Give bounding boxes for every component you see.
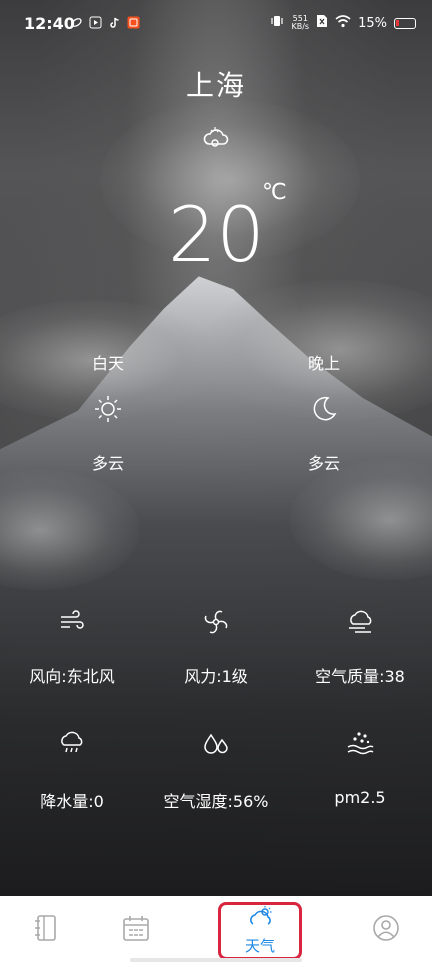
- cloudy-icon: [196, 124, 236, 156]
- night-condition: 多云: [307, 454, 340, 473]
- pm25: pm2.5: [334, 788, 386, 807]
- humidity-icon: [200, 730, 232, 762]
- vibrate-icon: [270, 14, 284, 32]
- status-app-icons: [70, 16, 140, 29]
- day-condition: 多云: [91, 454, 124, 473]
- battery-icon: [394, 17, 416, 29]
- rain-icon: [56, 730, 88, 762]
- play-app-icon: [89, 16, 102, 29]
- profile-icon: [372, 914, 400, 946]
- home-indicator: [130, 958, 302, 962]
- humidity: 空气湿度:56%: [163, 792, 269, 811]
- notification-app-icon: [127, 16, 140, 29]
- night-label: 晚上: [307, 354, 340, 373]
- notebook-icon: [33, 914, 59, 946]
- weather-screen: 12:40 551 KB/s 15% 上海 20 ℃ 白天 多云 晚上 多云 风…: [0, 0, 432, 964]
- wind-force: 风力:1级: [184, 667, 248, 686]
- wind-direction: 风向:东北风: [29, 667, 115, 686]
- wind-icon: [56, 608, 88, 640]
- net-speed: 551 KB/s: [291, 15, 309, 31]
- sim-icon: [316, 14, 328, 32]
- day-label: 白天: [91, 354, 124, 373]
- battery-text: 15%: [358, 15, 387, 31]
- net-speed-unit: KB/s: [291, 22, 310, 31]
- city-name: 上海: [185, 69, 246, 102]
- temperature: 20: [168, 190, 265, 279]
- tiktok-app-icon: [108, 16, 121, 29]
- tab-profile[interactable]: [346, 896, 426, 964]
- pm-icon: [344, 730, 376, 762]
- bottom-tab-bar: 天气: [0, 896, 432, 964]
- wifi-icon: [335, 14, 351, 32]
- status-bar: 12:40 551 KB/s 15%: [0, 0, 432, 52]
- fan-icon: [200, 608, 232, 640]
- status-right: 551 KB/s 15%: [270, 14, 416, 32]
- temperature-unit: ℃: [262, 180, 287, 205]
- tab-calendar[interactable]: [96, 896, 176, 964]
- active-tab-highlight: [218, 902, 302, 960]
- precipitation: 降水量:0: [40, 792, 104, 811]
- air-quality: 空气质量:38: [315, 667, 405, 686]
- tab-notebook[interactable]: [6, 896, 86, 964]
- status-time: 12:40: [24, 14, 75, 33]
- moon-icon: [308, 394, 340, 426]
- haze-icon: [344, 608, 376, 640]
- leaf-app-icon: [70, 16, 83, 29]
- sun-icon: [92, 394, 124, 426]
- calendar-icon: [122, 914, 150, 946]
